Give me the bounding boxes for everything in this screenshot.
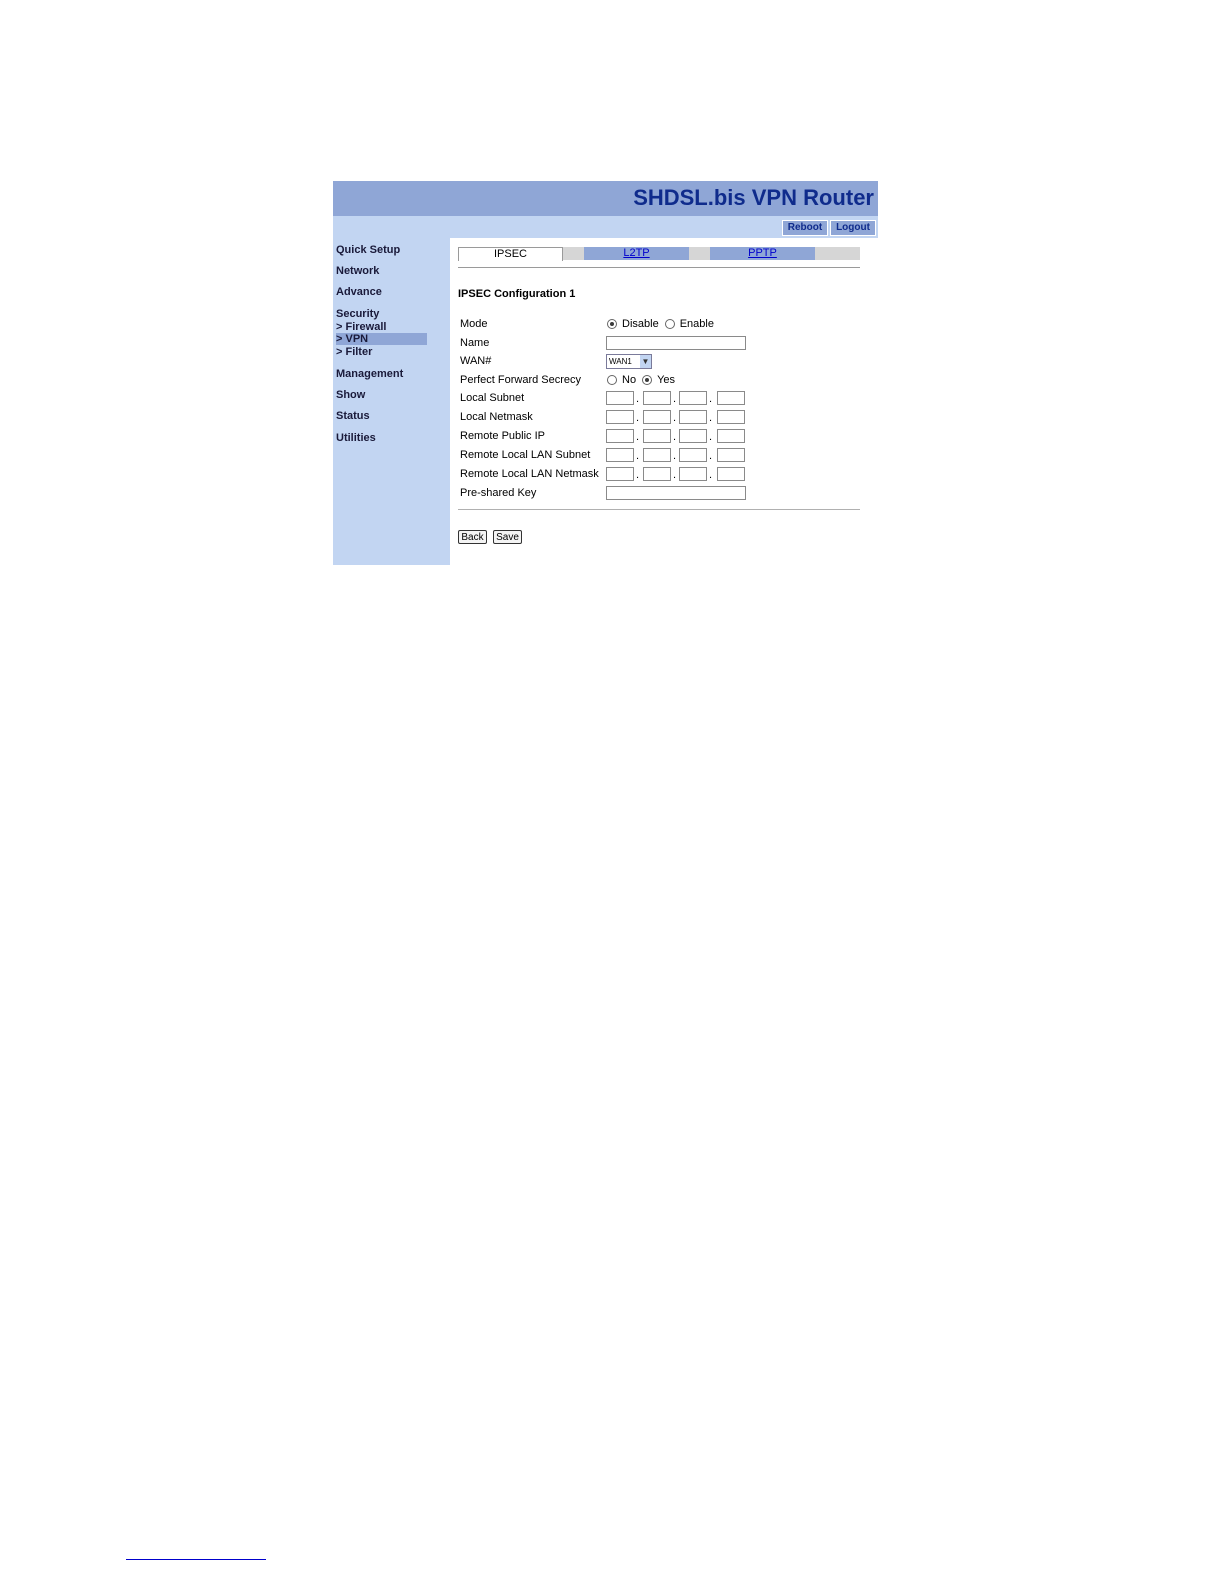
mode-label: Mode: [460, 318, 488, 330]
remote-lan-subnet-octet-1[interactable]: [606, 448, 634, 462]
back-button[interactable]: Back: [458, 530, 487, 544]
sidebar-item-quick-setup[interactable]: Quick Setup: [336, 244, 400, 256]
pfs-no-label: No: [622, 374, 637, 386]
remote-lan-subnet-octet-2[interactable]: [643, 448, 671, 462]
remote-public-ip-octet-3[interactable]: [679, 429, 707, 443]
pfs-radio-group: No Yes: [607, 374, 681, 386]
remote-lan-netmask-octet-1[interactable]: [606, 467, 634, 481]
sidebar-item-show[interactable]: Show: [336, 389, 365, 401]
remote-public-ip-separator: .: [709, 431, 713, 443]
remote-public-ip-separator: .: [673, 431, 677, 443]
local-netmask-octet-1[interactable]: [606, 410, 634, 424]
local-subnet-octet-2[interactable]: [643, 391, 671, 405]
local-subnet-octet-3[interactable]: [679, 391, 707, 405]
name-input[interactable]: [606, 336, 746, 350]
local-subnet-separator: .: [636, 393, 640, 405]
save-button[interactable]: Save: [493, 530, 522, 544]
form-rows: Mode Disable Enable Name WAN# WAN1 ▼ Per…: [450, 238, 878, 565]
local-netmask-separator: .: [709, 412, 713, 424]
sidebar-item-advance[interactable]: Advance: [336, 286, 382, 298]
wan-label: WAN#: [460, 355, 492, 367]
sidebar-item-status[interactable]: Status: [336, 410, 370, 422]
sidebar-item-filter[interactable]: > Filter: [336, 346, 372, 358]
pfs-yes-radio[interactable]: [642, 375, 653, 385]
mode-enable-label: Enable: [679, 318, 714, 330]
remote-lan-subnet-octet-3[interactable]: [679, 448, 707, 462]
sidebar-item-utilities[interactable]: Utilities: [336, 432, 376, 444]
remote-lan-netmask-separator: .: [673, 469, 677, 481]
logout-button[interactable]: Logout: [830, 220, 876, 236]
remote-lan-netmask-octet-2[interactable]: [643, 467, 671, 481]
local-subnet-separator: .: [673, 393, 677, 405]
remote-public-ip-octet-1[interactable]: [606, 429, 634, 443]
sidebar: Quick Setup Network Advance Security > F…: [333, 238, 450, 565]
sidebar-item-vpn[interactable]: > VPN: [336, 333, 427, 345]
sidebar-item-firewall[interactable]: > Firewall: [336, 321, 386, 333]
remote-lan-subnet-separator: .: [673, 450, 677, 462]
remote-lan-netmask-separator: .: [709, 469, 713, 481]
pfs-no-radio[interactable]: [607, 375, 617, 385]
remote-lan-netmask-separator: .: [636, 469, 640, 481]
name-label: Name: [460, 337, 490, 349]
app-title: SHDSL.bis VPN Router: [633, 185, 874, 210]
chevron-down-icon: ▼: [640, 355, 651, 368]
local-netmask-octet-2[interactable]: [643, 410, 671, 424]
remote-lan-subnet-separator: .: [709, 450, 713, 462]
pfs-yes-label: Yes: [657, 374, 676, 386]
psk-label: Pre-shared Key: [460, 487, 537, 499]
remote-public-ip-octet-2[interactable]: [643, 429, 671, 443]
pfs-label: Perfect Forward Secrecy: [460, 374, 582, 386]
remote-lan-subnet-octet-4[interactable]: [717, 448, 745, 462]
local-subnet-label: Local Subnet: [460, 392, 525, 404]
remote-lan-netmask-octet-3[interactable]: [679, 467, 707, 481]
psk-input[interactable]: [606, 486, 746, 500]
remote-lan-netmask-label: Remote Local LAN Netmask: [460, 468, 599, 480]
wan-select-value: WAN1: [609, 357, 632, 366]
local-subnet-separator: .: [709, 393, 713, 405]
local-netmask-separator: .: [636, 412, 640, 424]
remote-lan-subnet-separator: .: [636, 450, 640, 462]
remote-lan-subnet-label: Remote Local LAN Subnet: [460, 449, 591, 461]
mode-enable-radio[interactable]: [664, 319, 675, 329]
mode-disable-radio[interactable]: [607, 319, 617, 329]
local-subnet-octet-1[interactable]: [606, 391, 634, 405]
remote-public-ip-label: Remote Public IP: [460, 430, 545, 442]
local-netmask-separator: .: [673, 412, 677, 424]
remote-public-ip-separator: .: [636, 431, 640, 443]
mode-radio-group: Disable Enable: [607, 318, 720, 330]
sidebar-item-network[interactable]: Network: [336, 265, 379, 277]
mode-disable-label: Disable: [622, 318, 659, 330]
reboot-button[interactable]: Reboot: [782, 220, 828, 236]
sidebar-item-management[interactable]: Management: [336, 368, 403, 380]
header-bar: SHDSL.bis VPN Router: [333, 181, 878, 216]
local-subnet-octet-4[interactable]: [717, 391, 745, 405]
local-netmask-octet-4[interactable]: [717, 410, 745, 424]
form-divider: [458, 509, 860, 510]
sidebar-item-security[interactable]: Security: [336, 308, 379, 320]
local-netmask-octet-3[interactable]: [679, 410, 707, 424]
remote-lan-netmask-octet-4[interactable]: [717, 467, 745, 481]
footnote-rule: [126, 1559, 266, 1560]
wan-select[interactable]: WAN1 ▼: [606, 354, 652, 369]
local-netmask-label: Local Netmask: [460, 411, 533, 423]
remote-public-ip-octet-4[interactable]: [717, 429, 745, 443]
